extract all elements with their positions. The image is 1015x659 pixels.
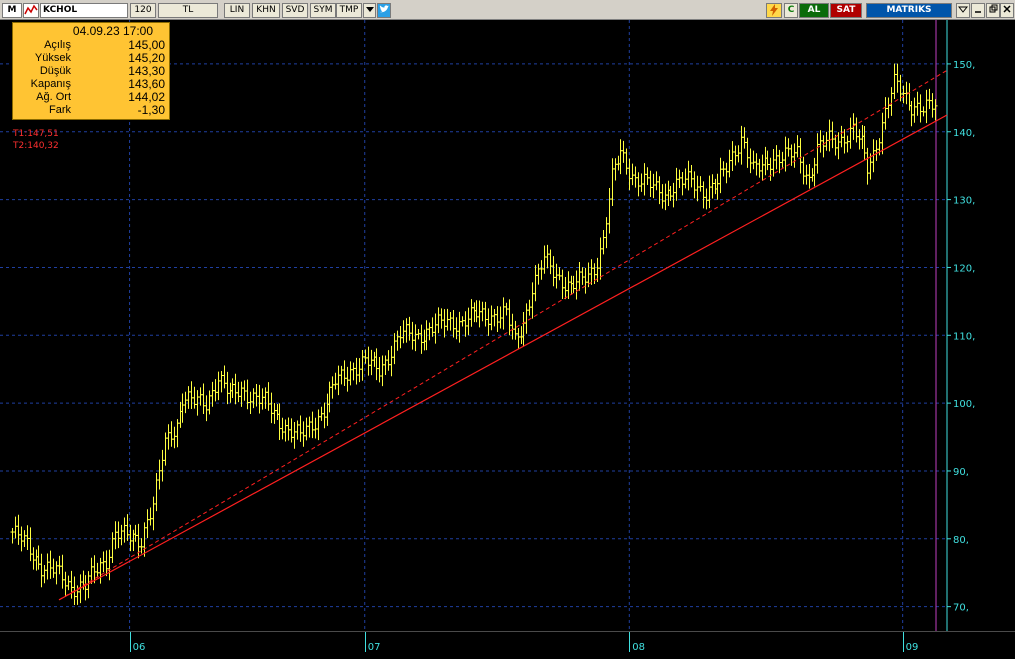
ohlc-info-panel: 04.09.23 17:00 Açılış 145,00 Yüksek 145,20… — [12, 22, 170, 120]
trendline-t1-label: T1:147,51 — [13, 129, 59, 139]
sell-button[interactable]: SAT — [830, 3, 862, 18]
y-tick-label: 130, — [953, 196, 975, 207]
lightning-icon[interactable] — [766, 3, 782, 18]
chart-type-icon[interactable] — [23, 3, 39, 18]
refresh-button[interactable]: C — [784, 3, 798, 18]
y-tick-label: 80, — [953, 535, 969, 546]
y-tick-label: 110, — [953, 331, 975, 342]
y-tick-label: 90, — [953, 467, 969, 478]
x-tick-mark — [364, 632, 366, 652]
sym-button[interactable]: SYM — [310, 3, 336, 18]
x-tick-label: 07 — [367, 642, 381, 653]
y-tick-label: 140, — [953, 128, 975, 139]
trendline-t2-label: T2:140,32 — [13, 141, 59, 151]
window-menu-icon[interactable] — [956, 3, 970, 18]
x-tick-label: 09 — [905, 642, 919, 653]
matriks-brand-button[interactable]: MATRIKS — [866, 3, 952, 18]
twitter-icon[interactable] — [377, 3, 391, 18]
close-icon[interactable] — [1000, 3, 1014, 18]
info-date: 04.09.23 17:00 — [72, 24, 153, 38]
y-tick-label: 120, — [953, 263, 975, 274]
menu-m-button[interactable]: M — [2, 3, 22, 18]
period-selector[interactable]: 120 — [130, 3, 156, 18]
lin-button[interactable]: LIN — [224, 3, 250, 18]
y-tick-label: 70, — [953, 603, 969, 614]
buy-button[interactable]: AL — [799, 3, 829, 18]
y-tick-label: 150, — [953, 60, 975, 71]
currency-selector[interactable]: TL — [158, 3, 218, 18]
minimize-icon[interactable] — [971, 3, 985, 18]
khn-button[interactable]: KHN — [252, 3, 280, 18]
x-tick-mark — [129, 632, 131, 652]
tmp-button[interactable]: TMP — [336, 3, 362, 18]
x-tick-label: 08 — [632, 642, 646, 653]
trendline-t2 — [58, 114, 948, 601]
x-tick-mark — [902, 632, 904, 652]
restore-icon[interactable] — [986, 3, 1000, 18]
info-row-change: Fark -1,30 — [49, 103, 165, 117]
symbol-input[interactable]: KCHOL — [40, 3, 128, 18]
y-tick-label: 100, — [953, 399, 975, 410]
x-tick-mark — [629, 632, 631, 652]
dropdown-arrow-icon[interactable] — [363, 3, 376, 18]
svd-button[interactable]: SVD — [282, 3, 308, 18]
time-scrollbar[interactable]: 06 07 08 09 — [0, 631, 1015, 659]
chart-toolbar: M KCHOL 120 TL LIN KHN SVD SYM TMP C AL … — [0, 0, 1015, 20]
x-tick-label: 06 — [132, 642, 146, 653]
